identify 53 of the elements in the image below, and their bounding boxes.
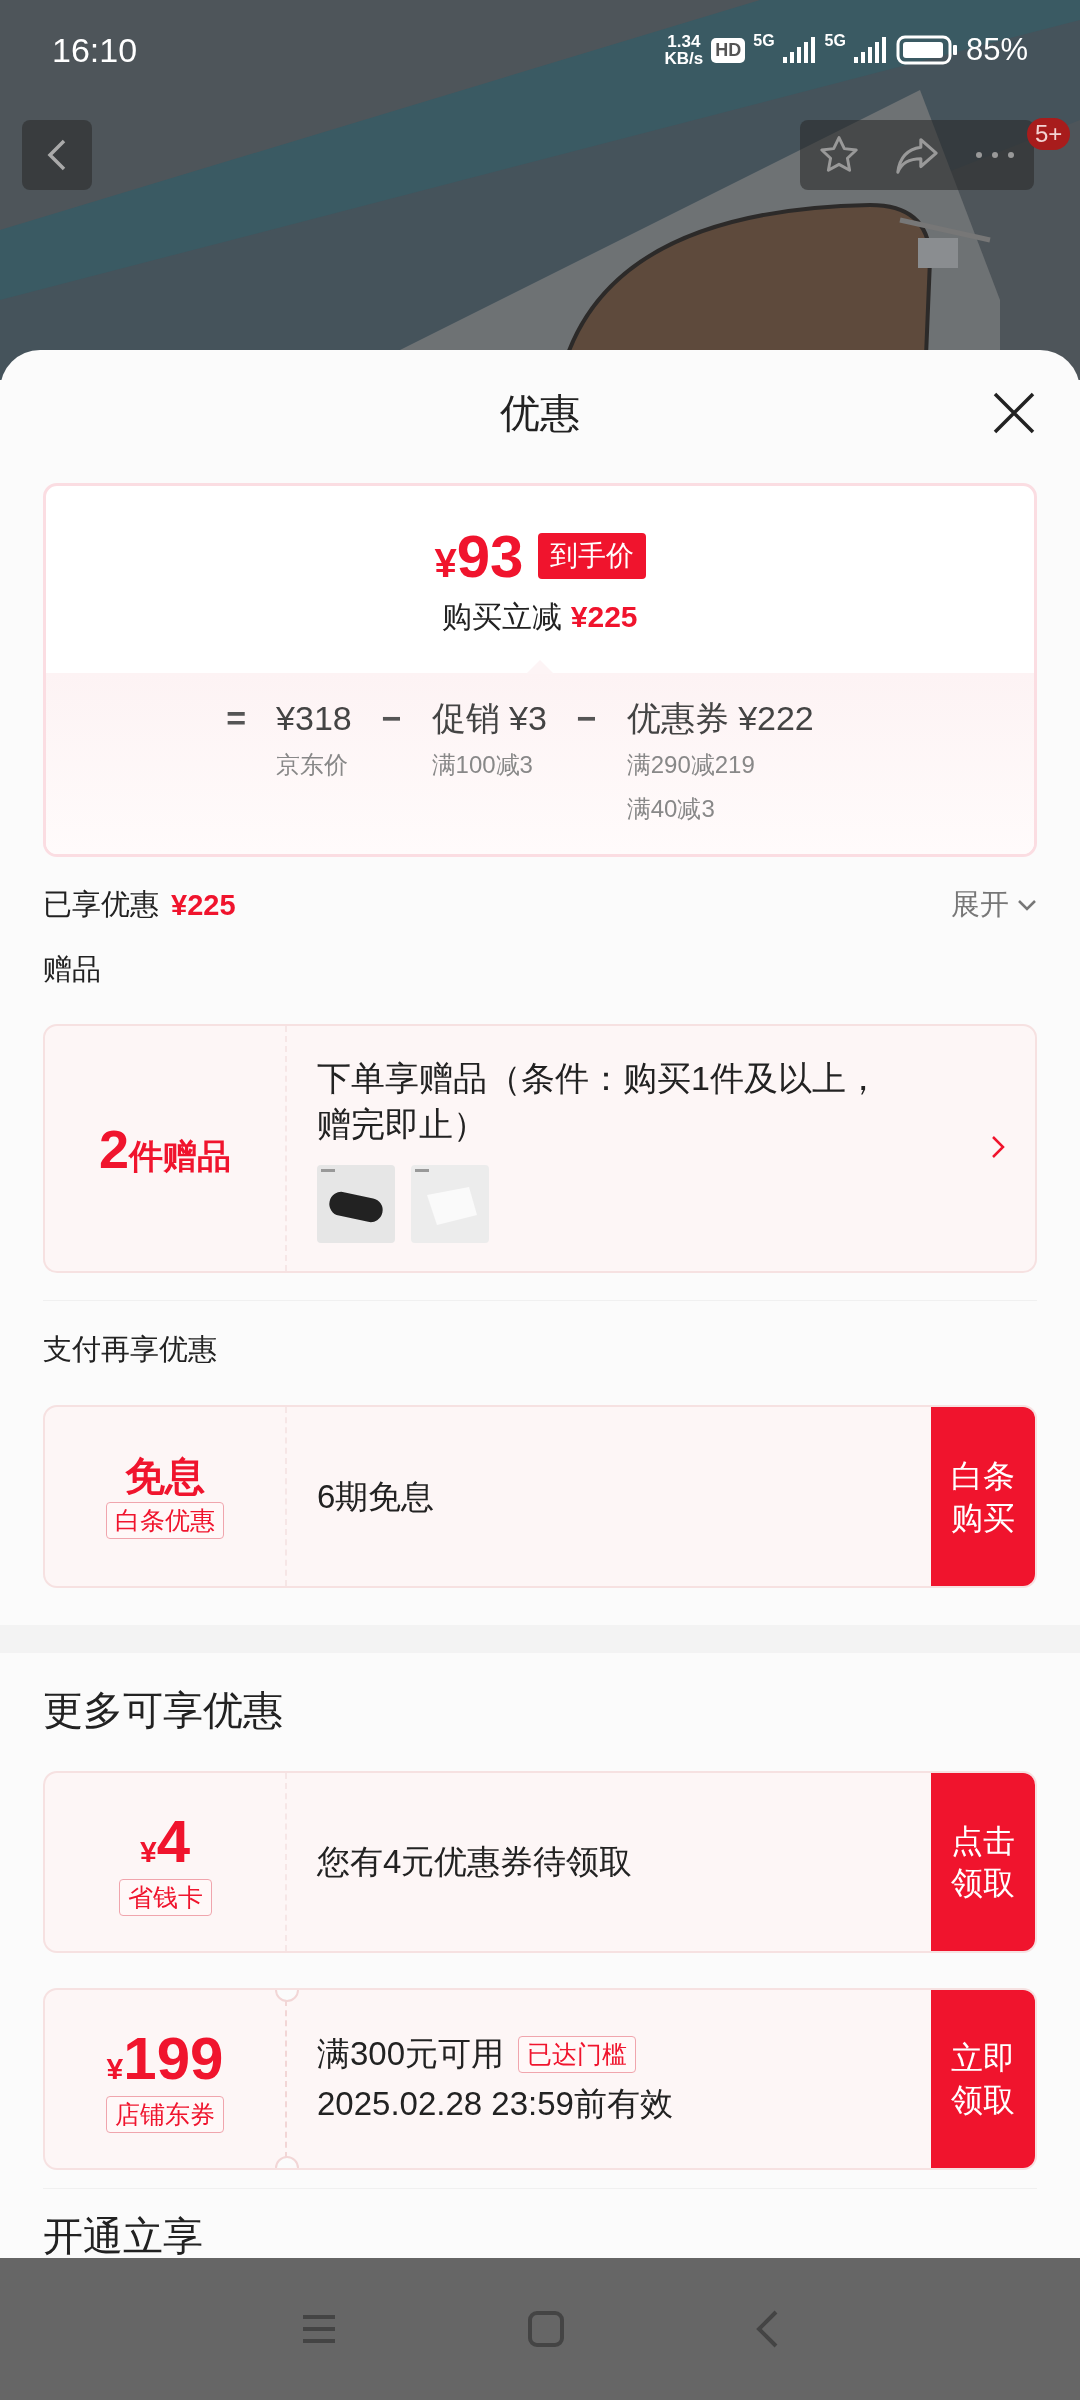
term-note: 满290减219: [626, 750, 756, 780]
enjoyed-amount: ¥225: [171, 888, 236, 922]
close-button[interactable]: [991, 390, 1037, 436]
chevron-down-icon[interactable]: [1017, 899, 1037, 911]
final-price: ¥93: [434, 521, 524, 591]
battery-icon: [895, 35, 958, 65]
clock: 16:10: [52, 30, 138, 70]
coupon-text: 满300元可用: [317, 2034, 505, 2074]
expand-button[interactable]: 展开: [951, 885, 1037, 925]
section-heading: 赠品: [43, 952, 102, 987]
term-note: 京东价: [276, 750, 350, 780]
network-speed: 1.34 KB/s: [664, 33, 704, 67]
coupon-tag: 省钱卡: [118, 1878, 212, 1916]
section-heading: 开通立享: [43, 2213, 204, 2260]
coupon-tag: 店铺东券: [106, 2095, 224, 2133]
price-tag: 到手价: [537, 533, 646, 579]
hd-indicator: HD: [711, 37, 746, 63]
gift-condition: 下单享赠品（条件：购买1件及以上，赠完即止）: [317, 1057, 881, 1145]
offer-tag: 白条优惠: [106, 1502, 224, 1539]
coupon-value: ¥4: [139, 1808, 191, 1875]
chevron-left-icon[interactable]: [46, 137, 68, 173]
enjoyed-label: 已享优惠: [43, 887, 159, 922]
signal-icon: [853, 37, 888, 63]
claim-button[interactable]: 立即领取: [931, 1990, 1035, 2168]
section-heading: 更多可享优惠: [43, 1686, 284, 1734]
price-term: 优惠券 ¥222: [626, 698, 814, 739]
offer-text: 6期免息: [317, 1476, 436, 1517]
operator-sign: =: [226, 698, 247, 739]
network-type: 5G: [824, 32, 846, 50]
more-icon[interactable]: [975, 151, 1015, 159]
share-icon[interactable]: [894, 135, 940, 175]
coupon-text: 您有4元优惠券待领取: [317, 1842, 633, 1882]
operator-sign: −: [381, 698, 402, 739]
gift-count: 2件赠品: [98, 1117, 231, 1180]
threshold-tag: 已达门槛: [518, 2035, 637, 2073]
claim-button[interactable]: 点击领取: [931, 1773, 1035, 1951]
operator-sign: −: [576, 698, 597, 739]
saving-text: 购买立减 ¥225: [442, 598, 638, 635]
buy-button[interactable]: 白条购买: [931, 1407, 1035, 1586]
gift-card[interactable]: 2件赠品 下单享赠品（条件：购买1件及以上，赠完即止）: [43, 1024, 1037, 1273]
signal-icon: [782, 37, 817, 63]
offer-title: 免息: [125, 1454, 205, 1498]
term-note: 满40减3: [626, 794, 716, 824]
coupon-validity: 2025.02.28 23:59前有效: [317, 2084, 674, 2124]
section-heading: 支付再享优惠: [43, 1332, 218, 1367]
back-button[interactable]: [22, 120, 92, 190]
price-term: 促销 ¥3: [431, 698, 547, 739]
battery-percentage: 85%: [965, 32, 1028, 68]
coupon-value: ¥199: [106, 2025, 224, 2092]
term-note: 满100减3: [431, 750, 534, 780]
network-type: 5G: [753, 32, 775, 50]
sheet-title: 优惠: [500, 389, 580, 437]
price-term: ¥318: [276, 698, 352, 739]
